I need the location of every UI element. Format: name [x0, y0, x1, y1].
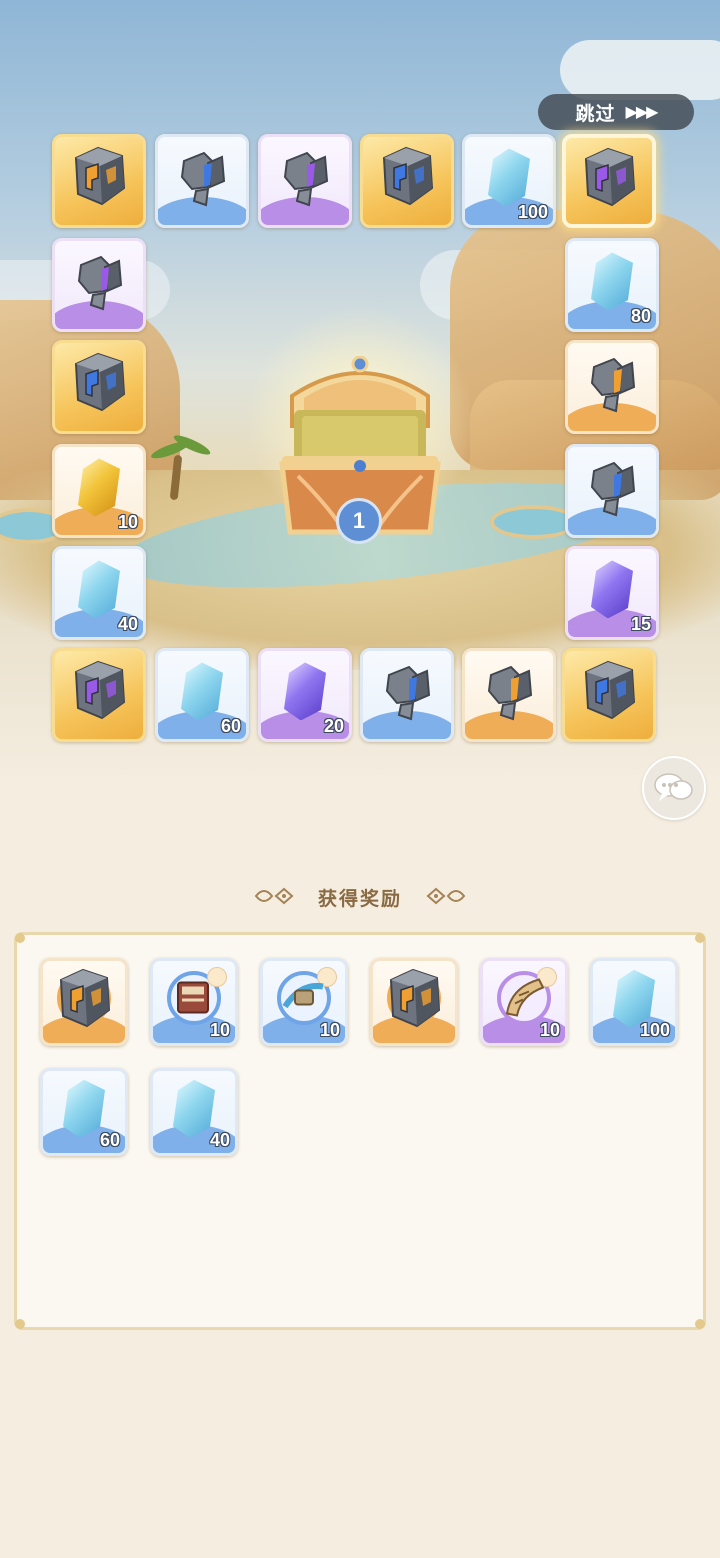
board-tile [562, 648, 656, 742]
board-tile [52, 340, 146, 434]
cube-purple-icon [68, 658, 130, 724]
board-tile [360, 134, 454, 228]
item-quantity: 60 [99, 1130, 120, 1150]
skip-button[interactable]: 跳过 ▶▶▶ [538, 94, 694, 130]
reward-item[interactable] [370, 958, 458, 1046]
item-quantity: 40 [209, 1130, 230, 1150]
board-tile [562, 134, 656, 228]
shard-orange-icon [588, 353, 636, 413]
board-tile [258, 134, 352, 228]
rewards-title: 获得奖励 [317, 889, 402, 910]
horn-icon [501, 973, 547, 1024]
cube-orange-icon [53, 966, 115, 1032]
reward-item[interactable] [40, 958, 128, 1046]
board-tile: 15 [565, 546, 659, 640]
item-quantity: 100 [639, 1020, 670, 1040]
cube-orange-icon [68, 144, 130, 210]
board-tile [360, 648, 454, 742]
item-quantity: 60 [220, 716, 241, 736]
item-quantity: 80 [630, 306, 651, 326]
cube-blue-icon [376, 144, 438, 210]
shard-purple-icon [75, 251, 123, 311]
reward-item[interactable]: 60 [40, 1068, 128, 1156]
fast-forward-icon: ▶▶▶ [625, 104, 659, 121]
chat-bubbles-icon [654, 773, 693, 801]
board-tile: 10 [52, 444, 146, 538]
shard-blue-icon [383, 661, 431, 721]
cube-blue-icon [578, 658, 640, 724]
board-tile [565, 444, 659, 538]
board-tile [52, 134, 146, 228]
reward-item[interactable]: 100 [590, 958, 678, 1046]
board-tile [52, 238, 146, 332]
scroll-icon [281, 976, 327, 1021]
reward-item[interactable]: 10 [480, 958, 568, 1046]
item-quantity: 10 [209, 1020, 230, 1040]
reward-item[interactable]: 40 [150, 1068, 238, 1156]
board-tile: 100 [462, 134, 556, 228]
chat-button[interactable] [642, 756, 706, 820]
board-tile: 40 [52, 546, 146, 640]
board-tile: 60 [155, 648, 249, 742]
rewards-panel: 10 10 10 100 60 40 [14, 932, 706, 1330]
item-quantity: 100 [517, 202, 548, 222]
item-quantity: 10 [319, 1020, 340, 1040]
board-tile [565, 340, 659, 434]
shard-blue-icon [588, 457, 636, 517]
reward-item[interactable]: 10 [150, 958, 238, 1046]
item-quantity: 10 [117, 512, 138, 532]
board-tile: 20 [258, 648, 352, 742]
board-tile: 80 [565, 238, 659, 332]
item-quantity: 15 [630, 614, 651, 634]
reward-item[interactable]: 10 [260, 958, 348, 1046]
item-quantity: 40 [117, 614, 138, 634]
chest-count-badge: 1 [336, 498, 382, 544]
title-ornament-right-icon [426, 887, 466, 905]
board-tile [155, 134, 249, 228]
cube-blue-icon [68, 350, 130, 416]
item-quantity: 20 [323, 716, 344, 736]
skip-label: 跳过 [575, 103, 616, 125]
board-tile [52, 648, 146, 742]
shard-blue-icon [178, 147, 226, 207]
shard-orange-icon [485, 661, 533, 721]
item-quantity: 10 [539, 1020, 560, 1040]
cube-orange-icon [383, 966, 445, 1032]
cube-purple-icon [578, 145, 640, 211]
shard-purple-icon [281, 147, 329, 207]
board-tile [462, 648, 556, 742]
book-icon [172, 974, 216, 1023]
